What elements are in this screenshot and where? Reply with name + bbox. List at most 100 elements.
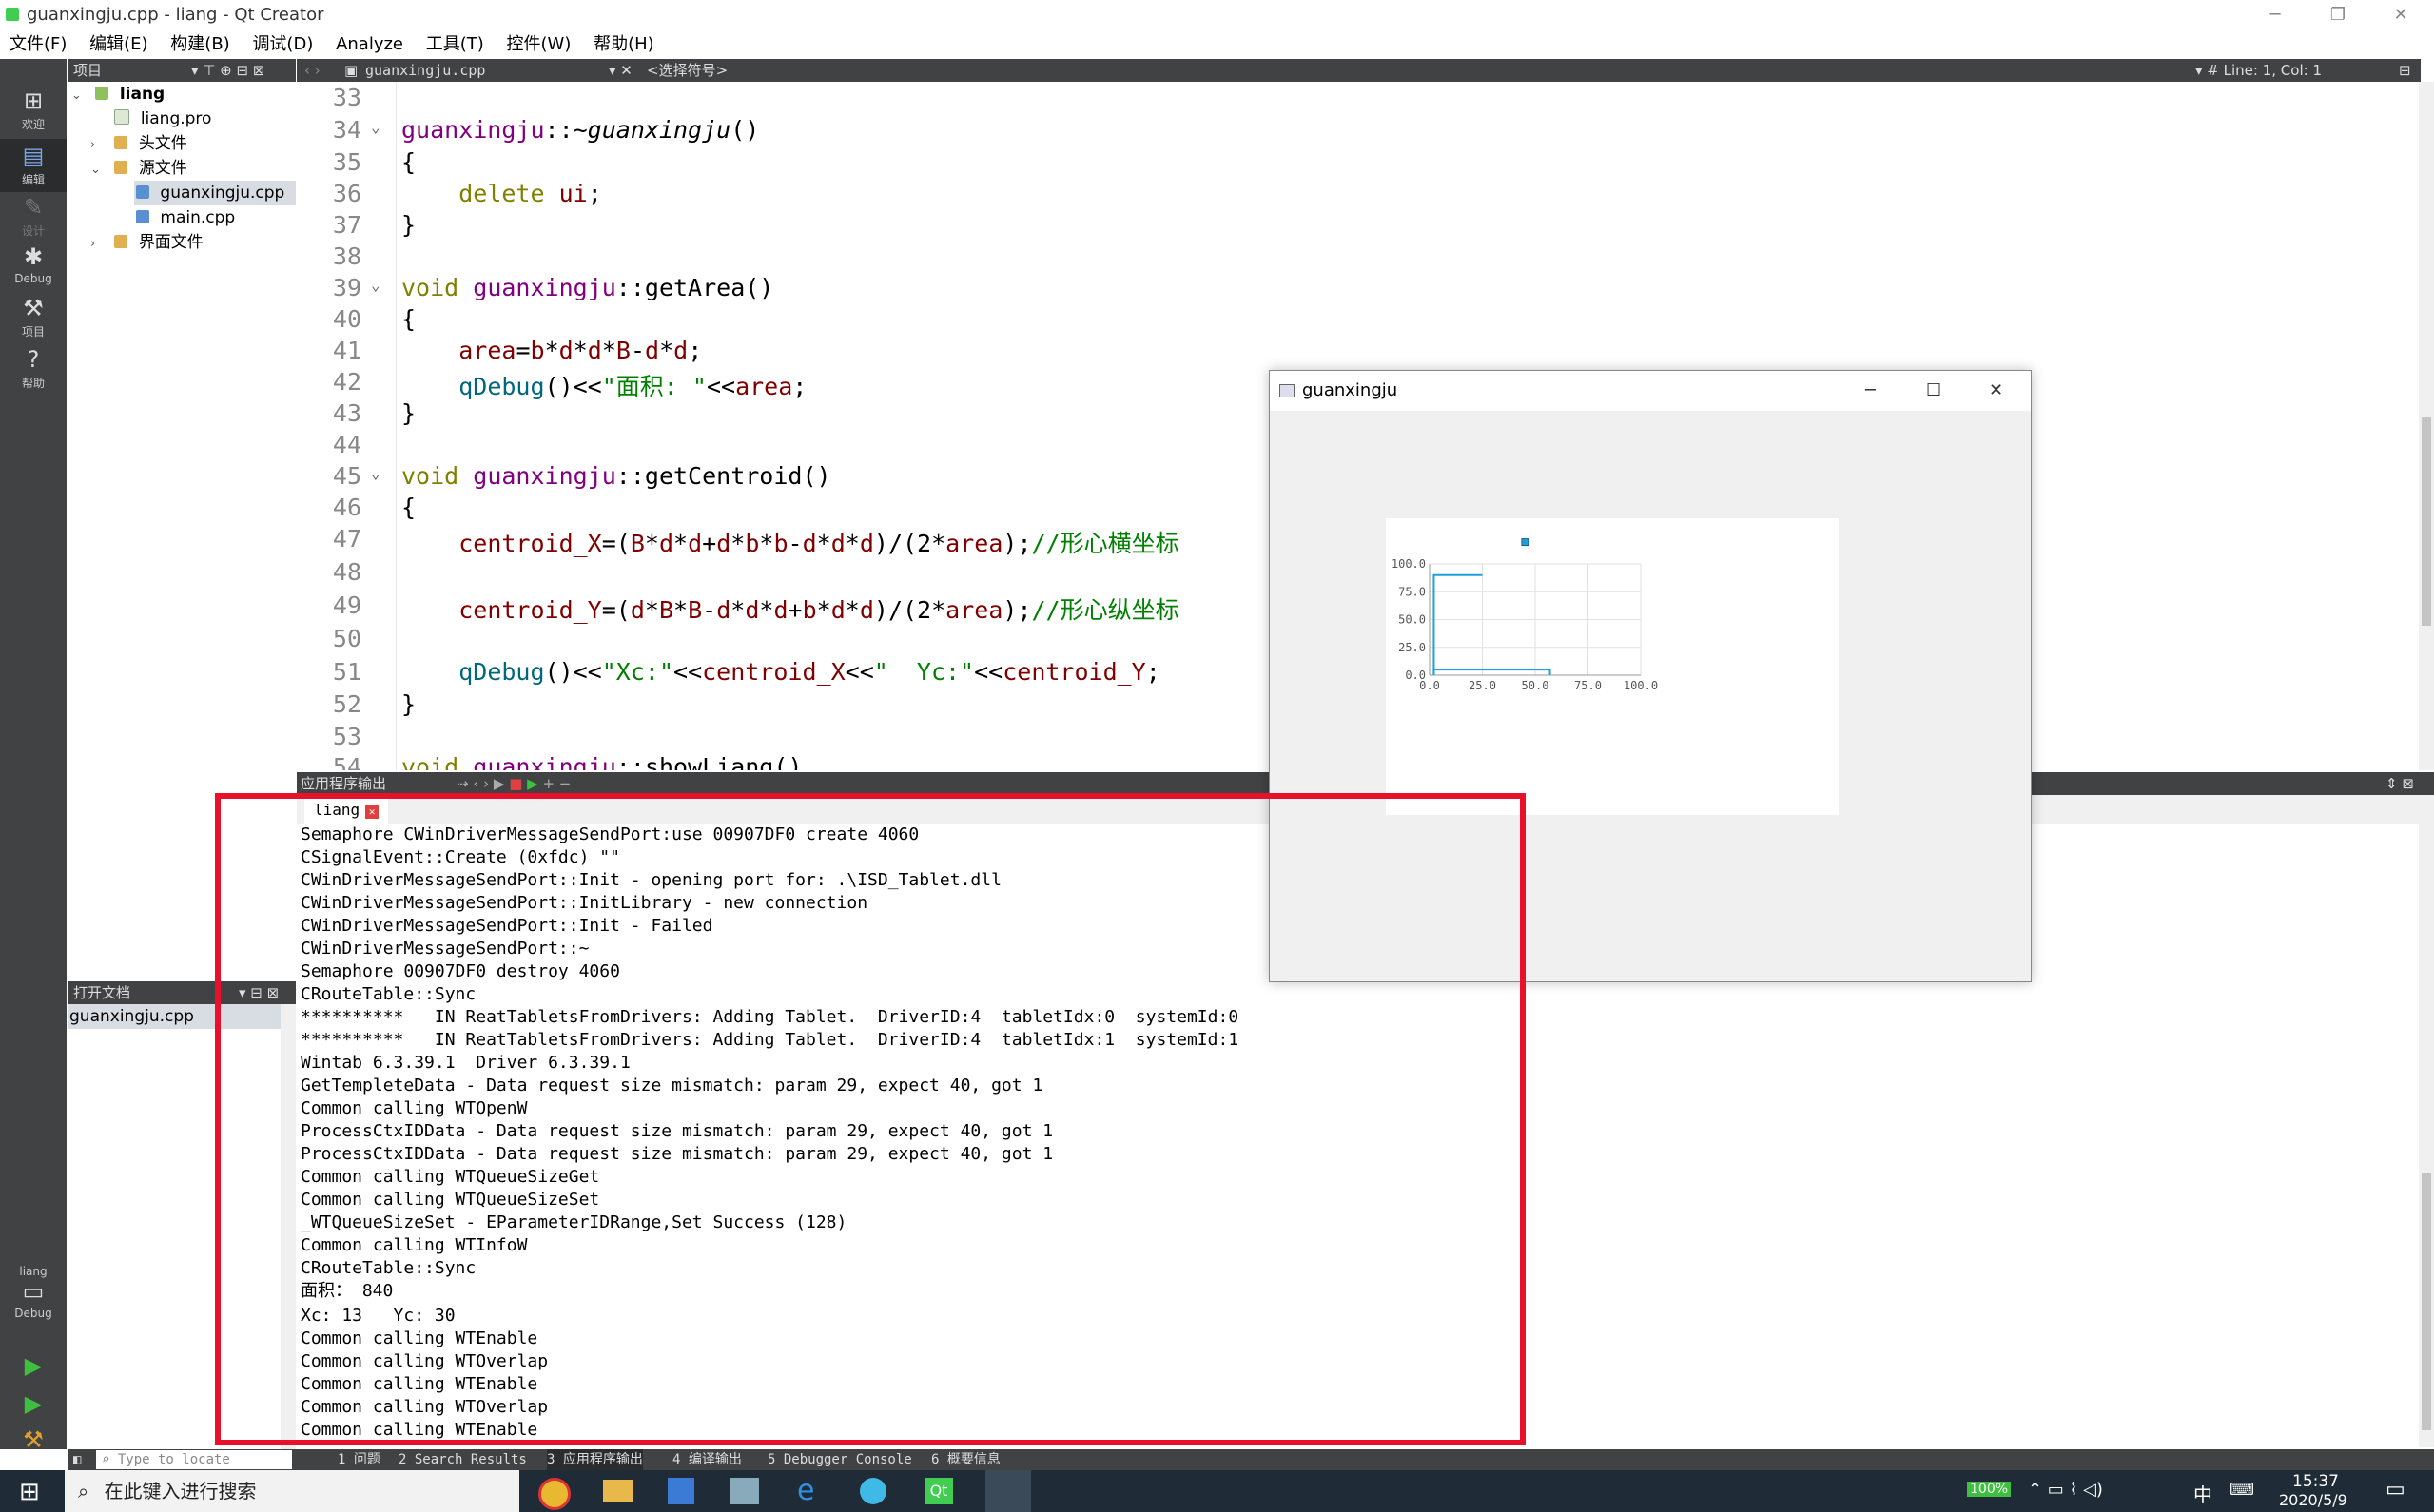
output-controls[interactable]: ⇢ ‹ › ▶ ■ ▶ + −: [457, 772, 571, 795]
close-file-icon[interactable]: ▾ ✕: [609, 59, 633, 82]
panel-options-icon[interactable]: ▾ ⊟ ⊠: [239, 981, 279, 1004]
wps-icon[interactable]: [860, 1478, 886, 1504]
fold-icon[interactable]: ⌄: [371, 118, 380, 136]
fold-icon[interactable]: ⌄: [371, 276, 380, 294]
symbol-selector[interactable]: <选择符号>: [647, 59, 728, 82]
build-button[interactable]: ⚒: [0, 1426, 67, 1455]
bug-icon: ✱: [23, 243, 44, 270]
output-tab-liang[interactable]: liang ✕: [304, 797, 389, 824]
popup-maximize-button[interactable]: ☐: [1926, 371, 1941, 411]
output-line: Common calling WTOverlap: [301, 1351, 549, 1371]
tree-item-guanxingju-cpp[interactable]: guanxingju.cpp: [134, 181, 296, 205]
window-title: guanxingju.cpp - liang - Qt Creator: [27, 5, 324, 25]
folder-icon: [114, 161, 128, 174]
mode-edit[interactable]: ▤ 编辑: [0, 139, 67, 192]
keyboard-icon[interactable]: ⌨: [2230, 1480, 2254, 1500]
series-line: [1432, 669, 1551, 675]
menu-analyze[interactable]: Analyze: [336, 34, 403, 54]
windows-start-icon[interactable]: ⊞: [19, 1478, 40, 1506]
edge-icon[interactable]: e: [797, 1474, 814, 1507]
output-line: GetTempleteData - Data request size mism…: [301, 1076, 1043, 1095]
chrome-icon[interactable]: [538, 1478, 571, 1510]
tab-compile-output[interactable]: 4 编译输出: [672, 1449, 742, 1470]
mode-design[interactable]: ✎ 设计: [0, 194, 67, 239]
minimize-button[interactable]: ─: [2247, 0, 2304, 29]
help-icon: ?: [27, 346, 40, 373]
run-button[interactable]: ▶: [0, 1352, 67, 1381]
search-icon: ⌕: [78, 1480, 89, 1502]
tab-app-output[interactable]: 3 应用程序输出: [547, 1449, 643, 1470]
cpp-file-icon: [136, 210, 149, 223]
fold-icon[interactable]: ⌄: [371, 464, 380, 482]
clock-time[interactable]: 15:37: [2292, 1472, 2339, 1491]
tab-debugger-console[interactable]: 5 Debugger Console: [768, 1449, 912, 1470]
hammer-icon: ⚒: [23, 1426, 44, 1453]
close-tab-icon[interactable]: ✕: [365, 805, 380, 819]
restore-button[interactable]: ❐: [2309, 0, 2366, 29]
output-line: CWinDriverMessageSendPort::InitLibrary -…: [301, 893, 868, 913]
menu-tools[interactable]: 工具(T): [426, 34, 484, 54]
menu-help[interactable]: 帮助(H): [594, 34, 654, 54]
clock-date[interactable]: 2020/5/9: [2279, 1491, 2347, 1509]
tray-icons[interactable]: ⌃ ▭ ⌇ ◁): [2028, 1480, 2103, 1500]
taskbar-search[interactable]: ⌕ 在此键入进行搜索: [65, 1470, 519, 1512]
store-icon[interactable]: [668, 1478, 694, 1504]
mode-help[interactable]: ? 帮助: [0, 346, 67, 391]
folder-icon: [114, 136, 128, 149]
centroid-marker: [1521, 538, 1529, 547]
notification-icon[interactable]: ▭: [2385, 1478, 2405, 1502]
mode-debug[interactable]: ✱ Debug: [0, 243, 67, 285]
tree-item-forms[interactable]: › 界面文件: [68, 230, 296, 255]
y-tick-label: 75.0: [1398, 585, 1426, 598]
tree-item-sources[interactable]: ⌄ 源文件: [68, 156, 296, 181]
ime-indicator[interactable]: 中: [2193, 1480, 2212, 1507]
output-line: ProcessCtxIDData - Data request size mis…: [301, 1121, 1054, 1141]
active-window-taskbar-icon[interactable]: [985, 1470, 1031, 1512]
app-icon[interactable]: [730, 1478, 759, 1504]
tree-item-headers[interactable]: › 头文件: [68, 131, 296, 156]
tree-item-main-cpp[interactable]: main.cpp: [134, 205, 296, 230]
split-icon[interactable]: ⊟: [2399, 59, 2411, 82]
tab-general-messages[interactable]: 6 概要信息: [931, 1449, 1001, 1470]
popup-minimize-button[interactable]: ─: [1865, 371, 1876, 411]
output-line: Common calling WTEnable: [301, 1328, 538, 1348]
qt-creator-taskbar-icon[interactable]: Qt: [925, 1478, 953, 1504]
output-line: ********** IN ReatTabletsFromDrivers: Ad…: [301, 1030, 1239, 1050]
output-line: Common calling WTQueueSizeGet: [301, 1167, 600, 1187]
file-explorer-icon[interactable]: [603, 1480, 633, 1502]
popup-close-button[interactable]: ✕: [1989, 371, 2003, 411]
nav-back-icon[interactable]: ‹ ›: [304, 59, 321, 82]
menu-build[interactable]: 构建(B): [170, 34, 229, 54]
output-scrollbar[interactable]: [2419, 824, 2434, 1447]
open-doc-item[interactable]: guanxingju.cpp: [68, 1004, 282, 1029]
editor-scrollbar[interactable]: [2419, 82, 2434, 770]
close-button[interactable]: ✕: [2372, 0, 2429, 29]
menu-file[interactable]: 文件(F): [10, 34, 67, 54]
file-selector[interactable]: guanxingju.cpp: [365, 59, 485, 82]
output-line: CWinDriverMessageSendPort::Init - Failed: [301, 916, 713, 936]
locator-input[interactable]: ⌕ Type to locate (Ctrl+...: [96, 1450, 292, 1486]
run-icon: ▶: [24, 1352, 43, 1379]
pro-file-icon: [114, 109, 130, 125]
menu-debug[interactable]: 调试(D): [252, 34, 313, 54]
output-line: Semaphore 00907DF0 destroy 4060: [301, 961, 620, 981]
tab-issues[interactable]: 1 问题: [338, 1449, 380, 1470]
mode-welcome[interactable]: ⊞ 欢迎: [0, 87, 67, 132]
output-panel-options[interactable]: ⇕ ⊠: [2385, 772, 2414, 795]
debug-run-button[interactable]: ▶: [0, 1390, 67, 1419]
menu-edit[interactable]: 编辑(E): [89, 34, 147, 54]
file-icon: ▣: [344, 62, 359, 79]
open-docs-scrollbar[interactable]: [281, 1004, 296, 1449]
kit-selector[interactable]: liang ▭ Debug: [0, 1265, 67, 1320]
menu-widgets[interactable]: 控件(W): [507, 34, 572, 54]
mode-projects[interactable]: ⚒ 项目: [0, 295, 67, 339]
tab-search-results[interactable]: 2 Search Results: [399, 1449, 527, 1470]
output-line: Wintab 6.3.39.1 Driver 6.3.39.1: [301, 1053, 631, 1073]
tree-item-pro-file[interactable]: liang.pro: [68, 107, 296, 131]
sidebar-toggle-icon[interactable]: ◧: [73, 1449, 81, 1470]
project-panel-header: 项目 ▾ ⊤ ⊕ ⊟ ⊠: [68, 59, 296, 82]
battery-indicator[interactable]: 100%: [1967, 1482, 2012, 1497]
tree-item-project[interactable]: ⌄ liang: [68, 82, 296, 107]
filter-icon[interactable]: ▾ ⊤ ⊕ ⊟ ⊠: [191, 59, 264, 82]
x-tick-label: 25.0: [1469, 679, 1496, 692]
